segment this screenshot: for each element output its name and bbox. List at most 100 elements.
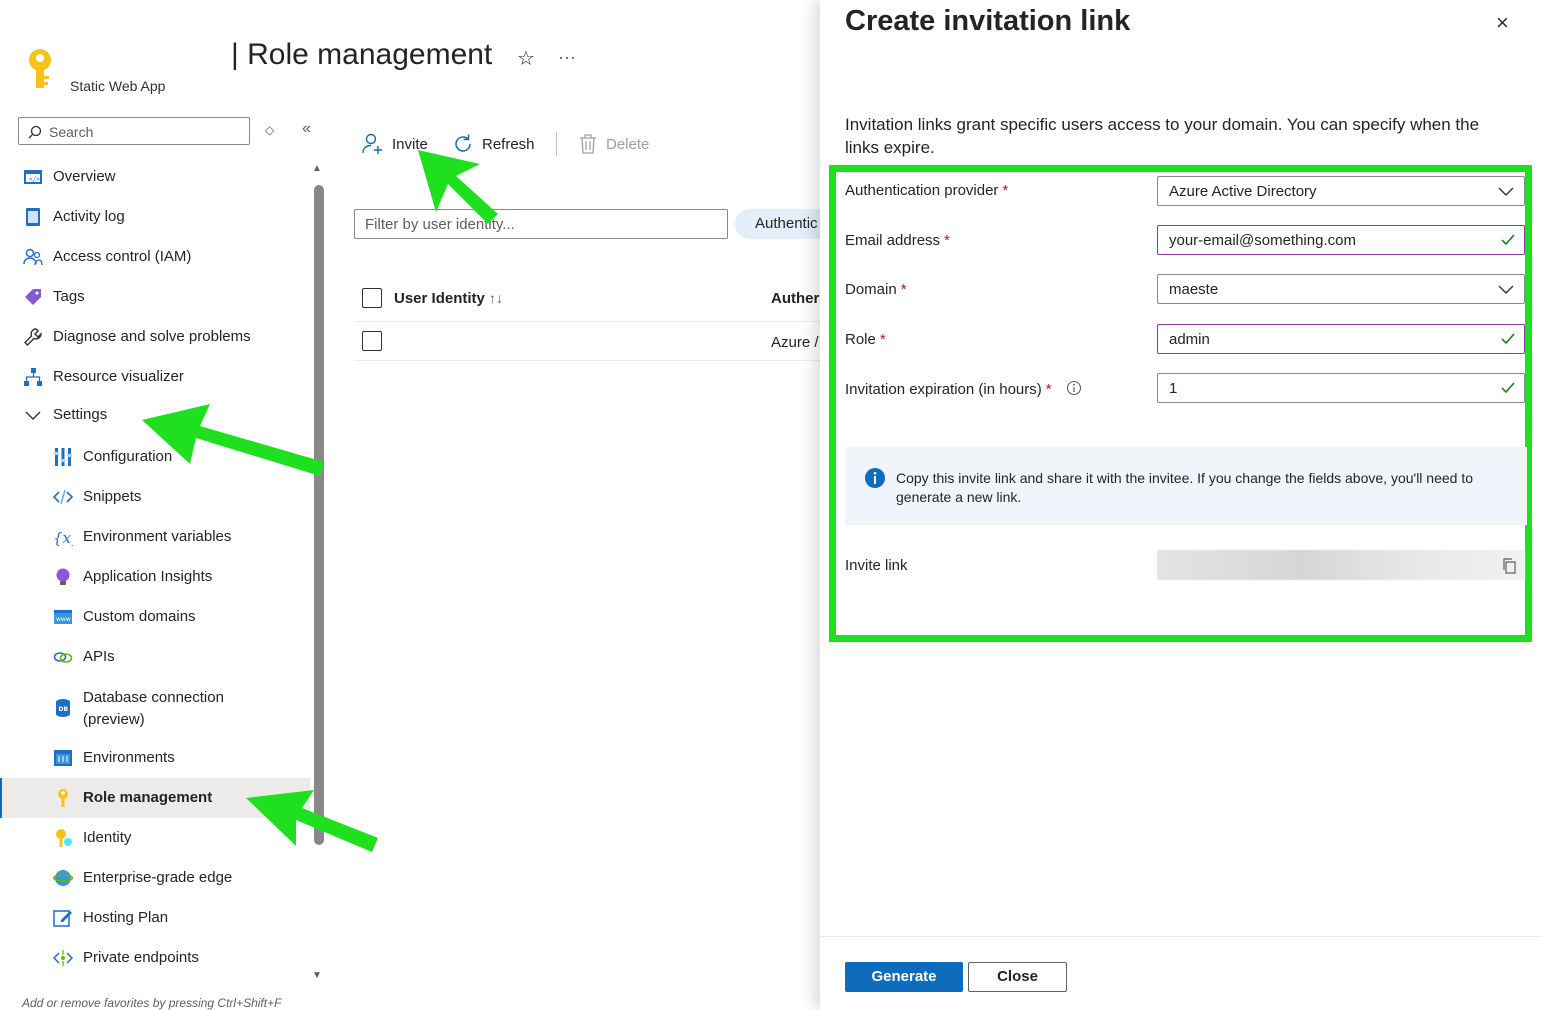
sidebar-item-resource-visualizer[interactable]: Resource visualizer [0,357,310,397]
copy-icon[interactable] [1502,558,1516,574]
star-icon[interactable]: ☆ [517,46,535,71]
required-mark: * [1045,381,1052,398]
sidebar-item-label: Tags [53,288,85,305]
email-field[interactable]: your-email@something.com [1157,225,1525,255]
panel-description: Invitation links grant specific users ac… [845,115,1480,157]
svg-text:</>: </> [29,176,40,183]
page-title: | Role management [231,38,493,71]
info-circle-icon[interactable] [1066,380,1082,396]
domain-label: Domain * [845,281,907,298]
sidebar-item-label: Database connection (preview) [83,689,224,728]
sidebar-item-role-management[interactable]: Role management [0,778,310,818]
sidebar-item-label: Configuration [83,448,173,465]
sidebar-item-database-connection[interactable]: DB Database connection (preview) [0,684,310,732]
sort-updown-icon[interactable]: ◇ [265,123,274,137]
checkmark-icon [1501,382,1515,394]
collapse-sidebar-icon[interactable]: « [302,120,311,138]
sidebar-item-label: Role management [83,789,213,806]
info-message-text: Copy this invite link and share it with … [896,470,1474,505]
toolbar-divider [556,132,557,156]
invite-label: Invite [392,135,428,153]
info-message-box: Copy this invite link and share it with … [845,447,1527,525]
activity-log-icon [26,208,40,226]
close-icon[interactable]: × [1496,10,1509,36]
scroll-up-arrow[interactable]: ▲ [312,163,322,174]
sidebar-item-label: Overview [53,168,116,185]
filter-placeholder: Filter by user identity... [365,216,515,233]
column-header-user-identity[interactable]: User Identity ↑↓ [394,290,503,307]
sidebar-item-hosting-plan[interactable]: Hosting Plan [0,898,310,938]
delete-button[interactable]: Delete [578,133,649,155]
header-row-divider [354,321,834,322]
sidebar-item-label: Settings [53,406,108,423]
panel-footer-divider [820,936,1542,937]
code-icon [53,489,73,505]
checkmark-icon [1501,333,1515,345]
trash-icon [580,134,596,154]
sidebar-item-custom-domains[interactable]: www Custom domains [0,597,310,637]
role-field[interactable]: admin [1157,324,1525,354]
endpoint-icon [53,950,73,966]
column-header-authentication[interactable]: Auther [771,290,820,307]
lightbulb-icon [56,568,70,585]
filter-input[interactable]: Filter by user identity... [354,209,728,239]
generate-button[interactable]: Generate [845,962,963,992]
sort-icon: ↑↓ [489,290,504,306]
sidebar-item-application-insights[interactable]: Application Insights [0,557,310,597]
provider-value: Azure Active Directory [1169,183,1317,200]
sidebar-item-identity[interactable]: Identity [0,818,310,858]
ellipsis-icon[interactable]: ··· [558,47,576,68]
email-value: your-email@something.com [1169,232,1356,249]
environments-icon [54,750,72,766]
sidebar-search-input[interactable]: Search [18,117,250,145]
resource-type-label: Static Web App [70,78,166,94]
email-label: Email address * [845,232,950,249]
close-button[interactable]: Close [968,962,1067,992]
sidebar-item-diagnose[interactable]: Diagnose and solve problems [0,317,310,357]
sidebar-item-apis[interactable]: APIs [0,637,310,677]
refresh-icon [455,134,471,152]
sidebar-item-enterprise-edge[interactable]: Enterprise-grade edge [0,858,310,898]
chevron-down-icon [25,411,41,420]
sidebar-item-label: Environment variables [83,528,232,545]
sidebar-item-label: Private endpoints [83,949,199,966]
domain-dropdown[interactable]: maeste [1157,274,1525,304]
invite-button[interactable]: Invite [362,133,428,155]
expiration-field[interactable]: 1 [1157,373,1525,403]
sidebar-item-private-endpoints[interactable]: Private endpoints [0,938,310,978]
chevron-down-icon [1498,285,1514,294]
provider-dropdown[interactable]: Azure Active Directory [1157,176,1525,206]
www-icon: www [54,610,72,624]
sidebar-item-snippets[interactable]: Snippets [0,477,310,517]
link-icon [53,652,73,663]
static-web-app-key-icon [29,49,51,88]
sidebar-item-configuration[interactable]: Configuration [0,437,310,477]
expiration-value: 1 [1169,380,1178,397]
sidebar-item-label: Resource visualizer [53,368,184,385]
sidebar-item-label: Application Insights [83,568,213,585]
required-mark: * [944,232,950,249]
row-checkbox[interactable] [362,331,382,351]
search-icon [28,125,42,139]
sidebar-item-environment-variables[interactable]: {x} Environment variables [0,517,310,557]
sidebar-item-activity-log[interactable]: Activity log [0,197,310,237]
sidebar-item-label: Hosting Plan [83,909,169,926]
panel-title: Create invitation link [845,5,1131,37]
invite-link-field[interactable] [1157,550,1525,580]
role-label: Role * [845,331,886,348]
sidebar-scrollbar-thumb[interactable] [314,185,324,845]
checkmark-icon [1501,234,1515,246]
favorites-hint: Add or remove favorites by pressing Ctrl… [22,996,282,1010]
sidebar-item-access-control[interactable]: Access control (IAM) [0,237,310,277]
scroll-down-arrow[interactable]: ▼ [312,970,322,981]
sidebar-item-label: Diagnose and solve problems [53,328,251,345]
sidebar-item-tags[interactable]: Tags [0,277,310,317]
sidebar-item-overview[interactable]: </> Overview [0,157,310,197]
sidebar-group-settings[interactable]: Settings [0,395,310,435]
refresh-button[interactable]: Refresh [452,133,535,155]
domain-value: maeste [1169,281,1219,298]
key-icon [58,789,68,807]
select-all-checkbox[interactable] [362,288,382,308]
variable-icon: {x} [53,529,73,547]
sidebar-item-environments[interactable]: Environments [0,738,310,778]
